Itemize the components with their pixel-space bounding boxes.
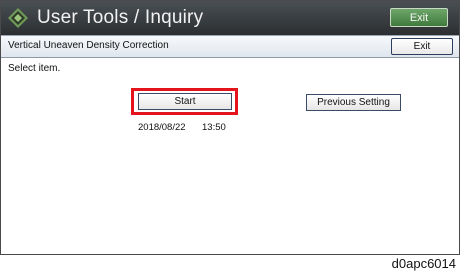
- page-exit-button[interactable]: Exit: [391, 38, 453, 55]
- previous-setting-button[interactable]: Previous Setting: [306, 94, 401, 111]
- header-title: User Tools / Inquiry: [37, 7, 204, 28]
- last-run-time: 13:50: [202, 122, 226, 133]
- start-button[interactable]: Start: [138, 93, 232, 110]
- page-title: Vertical Uneaven Density Correction: [8, 40, 169, 51]
- page-title-bar: Vertical Uneaven Density Correction Exit: [1, 35, 459, 58]
- instruction-text: Select item.: [8, 63, 61, 74]
- header-exit-button[interactable]: Exit: [390, 8, 448, 27]
- screen-frame: User Tools / Inquiry Exit Vertical Uneav…: [0, 0, 460, 255]
- header-bar: User Tools / Inquiry Exit: [1, 1, 459, 35]
- last-run-date: 2018/08/22: [138, 122, 186, 133]
- ricoh-diamond-icon: [8, 8, 28, 28]
- figure-code: d0apc6014: [391, 256, 456, 271]
